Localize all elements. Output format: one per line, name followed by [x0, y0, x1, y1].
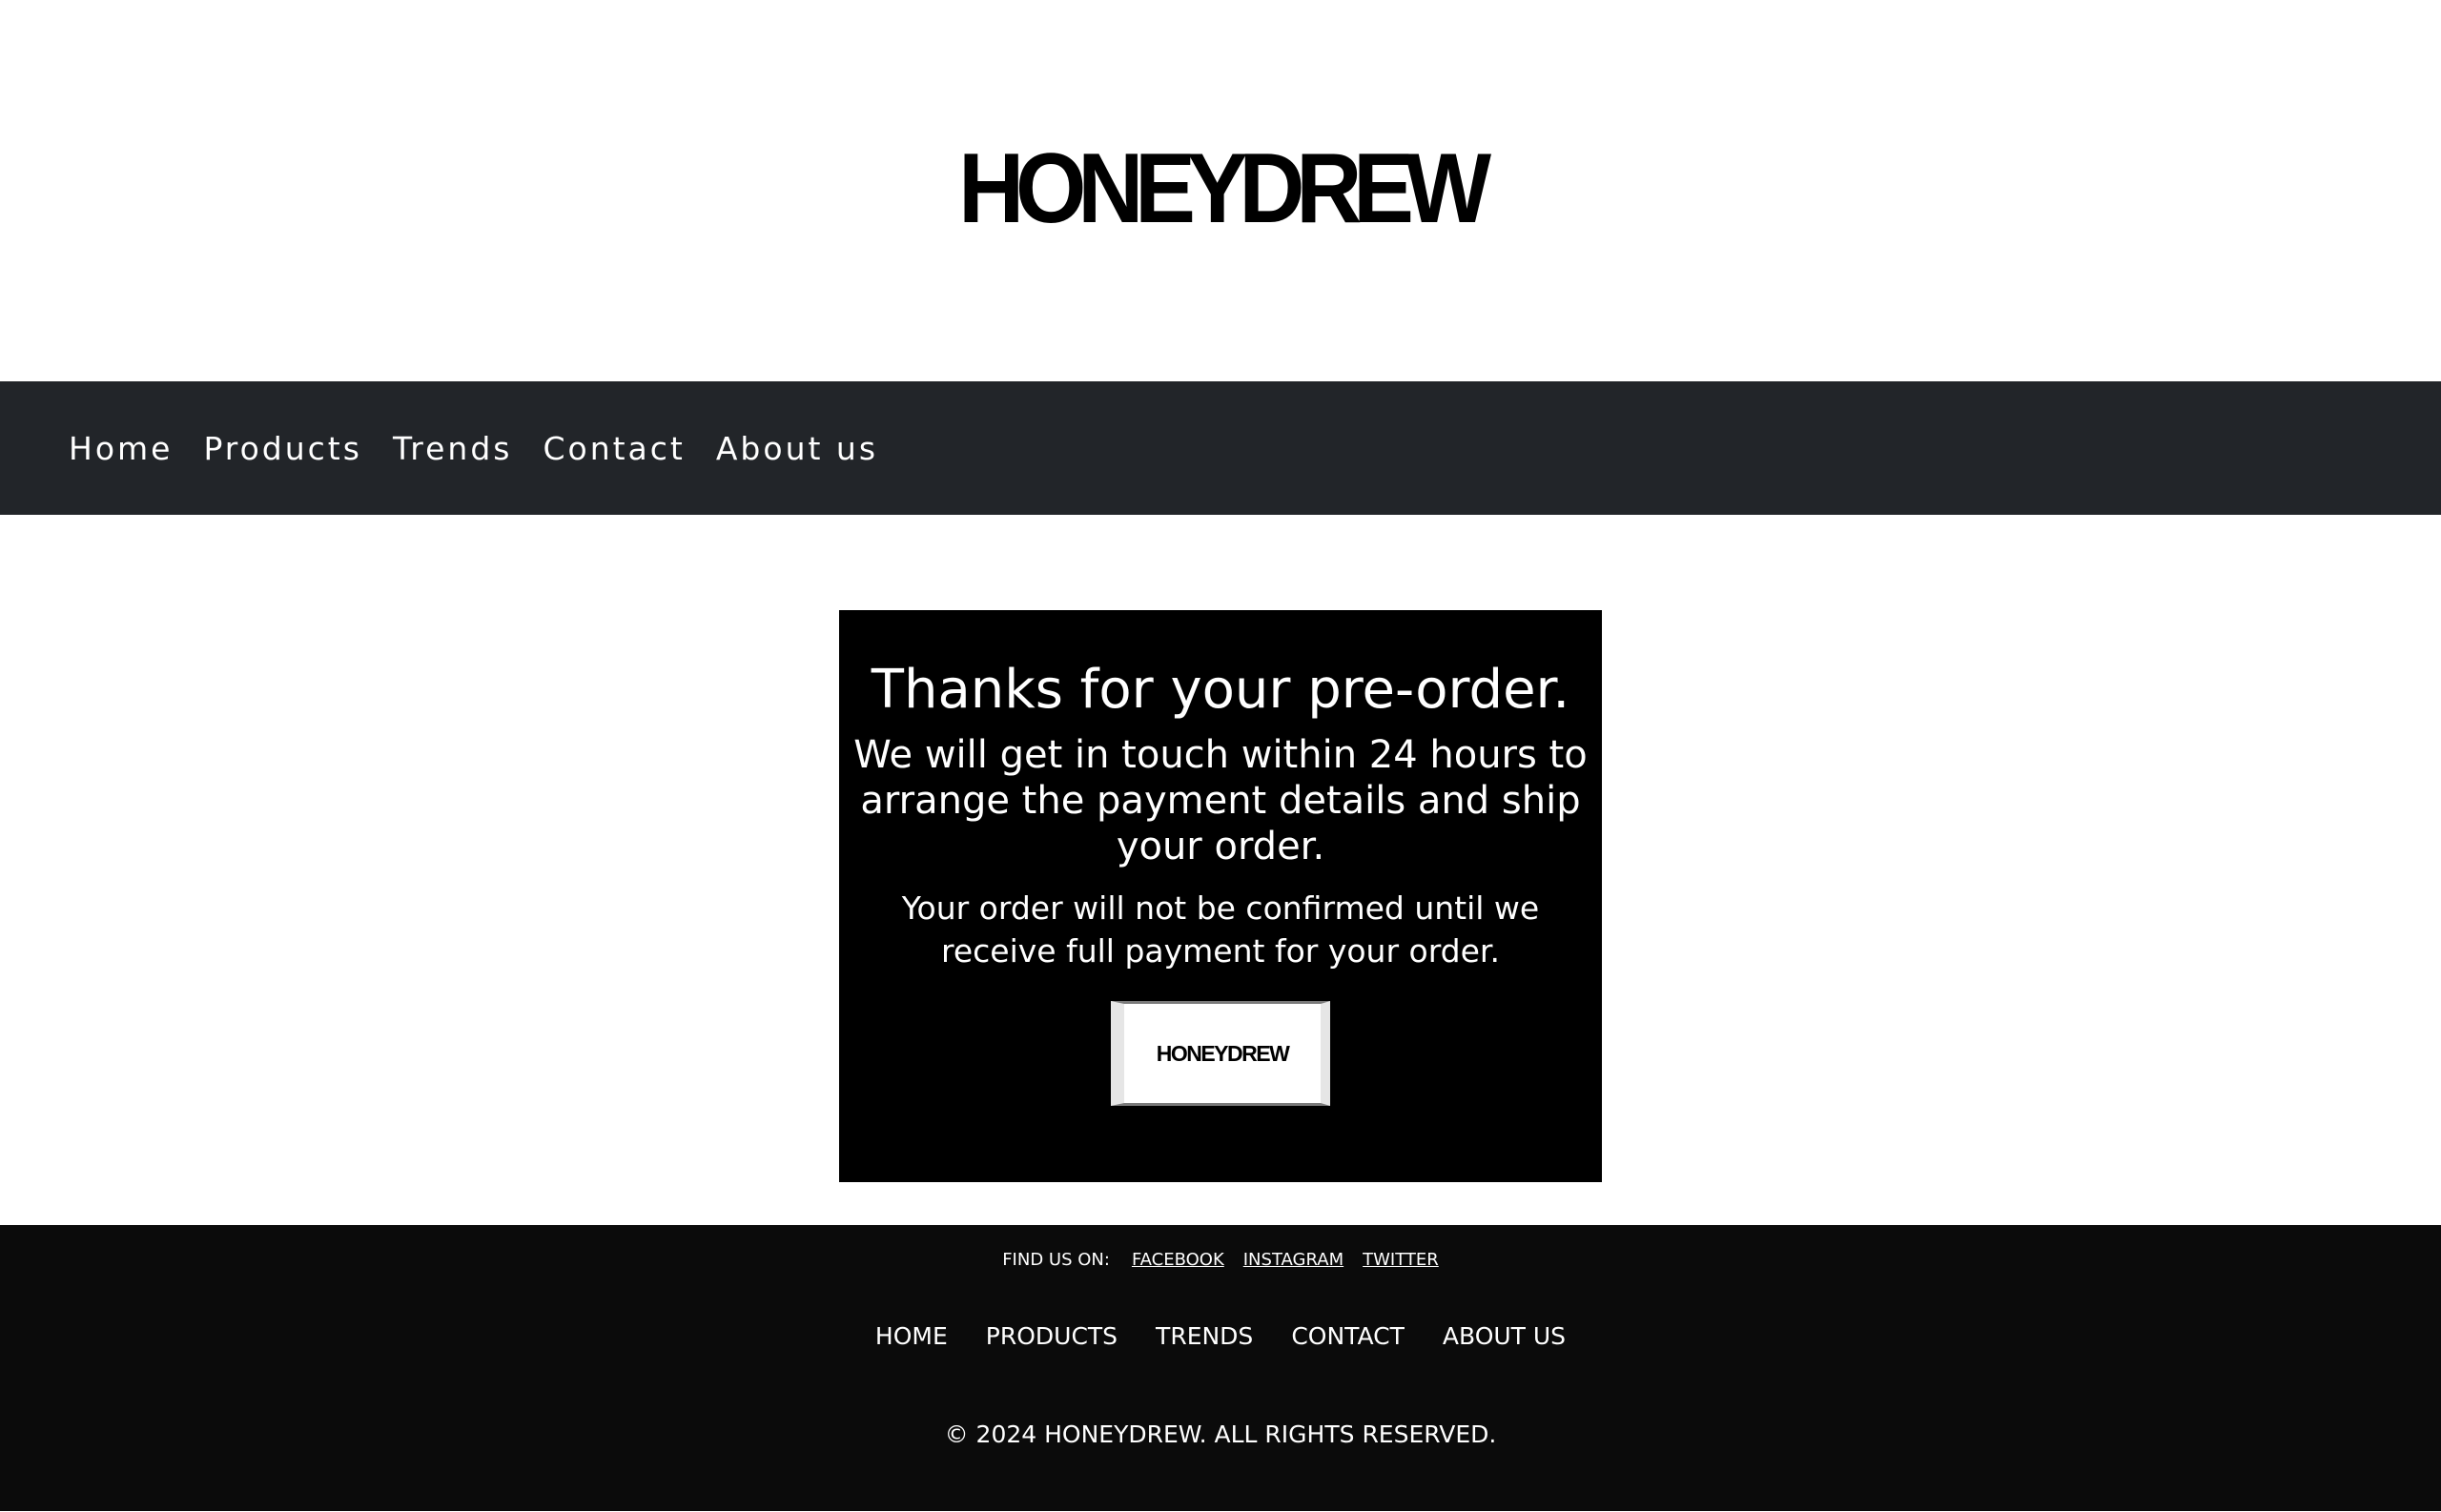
- copyright-text: © 2024 HONEYDREW. ALL RIGHTS RESERVED.: [944, 1420, 1497, 1448]
- nav-item-home[interactable]: Home: [69, 430, 173, 467]
- main-navbar: Home Products Trends Contact About us: [0, 381, 2441, 515]
- nav-item-about-us[interactable]: About us: [716, 430, 878, 467]
- facebook-link[interactable]: FACEBOOK: [1132, 1250, 1224, 1270]
- confirmation-title: Thanks for your pre-order.: [871, 659, 1570, 721]
- site-footer: FIND US ON: FACEBOOK INSTAGRAM TWITTER H…: [0, 1225, 2441, 1511]
- nav-item-contact[interactable]: Contact: [543, 430, 685, 467]
- nav-item-trends[interactable]: Trends: [393, 430, 513, 467]
- site-logo[interactable]: HONEYDREW: [97, 124, 2343, 254]
- logo-button-text: HONEYDREW: [1156, 1040, 1290, 1066]
- find-us-label: FIND US ON:: [1002, 1250, 1110, 1270]
- footer-nav-trends[interactable]: TRENDS: [1156, 1322, 1253, 1350]
- social-links: FIND US ON: FACEBOOK INSTAGRAM TWITTER: [0, 1250, 2441, 1270]
- preorder-confirmation-card: Thanks for your pre-order. We will get i…: [839, 610, 1602, 1182]
- site-header: HONEYDREW: [0, 0, 2441, 381]
- confirmation-note: Your order will not be confirmed until w…: [901, 889, 1540, 970]
- twitter-link[interactable]: TWITTER: [1363, 1250, 1439, 1270]
- footer-nav-home[interactable]: HOME: [875, 1322, 948, 1350]
- footer-nav-contact[interactable]: CONTACT: [1291, 1322, 1405, 1350]
- home-logo-button[interactable]: HONEYDREW: [1111, 1001, 1330, 1106]
- confirmation-subtitle: We will get in touch within 24 hours to …: [853, 733, 1588, 868]
- nav-links: Home Products Trends Contact About us: [69, 430, 878, 467]
- footer-nav: HOME PRODUCTS TRENDS CONTACT ABOUT US: [0, 1322, 2441, 1350]
- footer-nav-products[interactable]: PRODUCTS: [986, 1322, 1118, 1350]
- footer-nav-about-us[interactable]: ABOUT US: [1443, 1322, 1566, 1350]
- nav-item-products[interactable]: Products: [203, 430, 362, 467]
- instagram-link[interactable]: INSTAGRAM: [1243, 1250, 1344, 1270]
